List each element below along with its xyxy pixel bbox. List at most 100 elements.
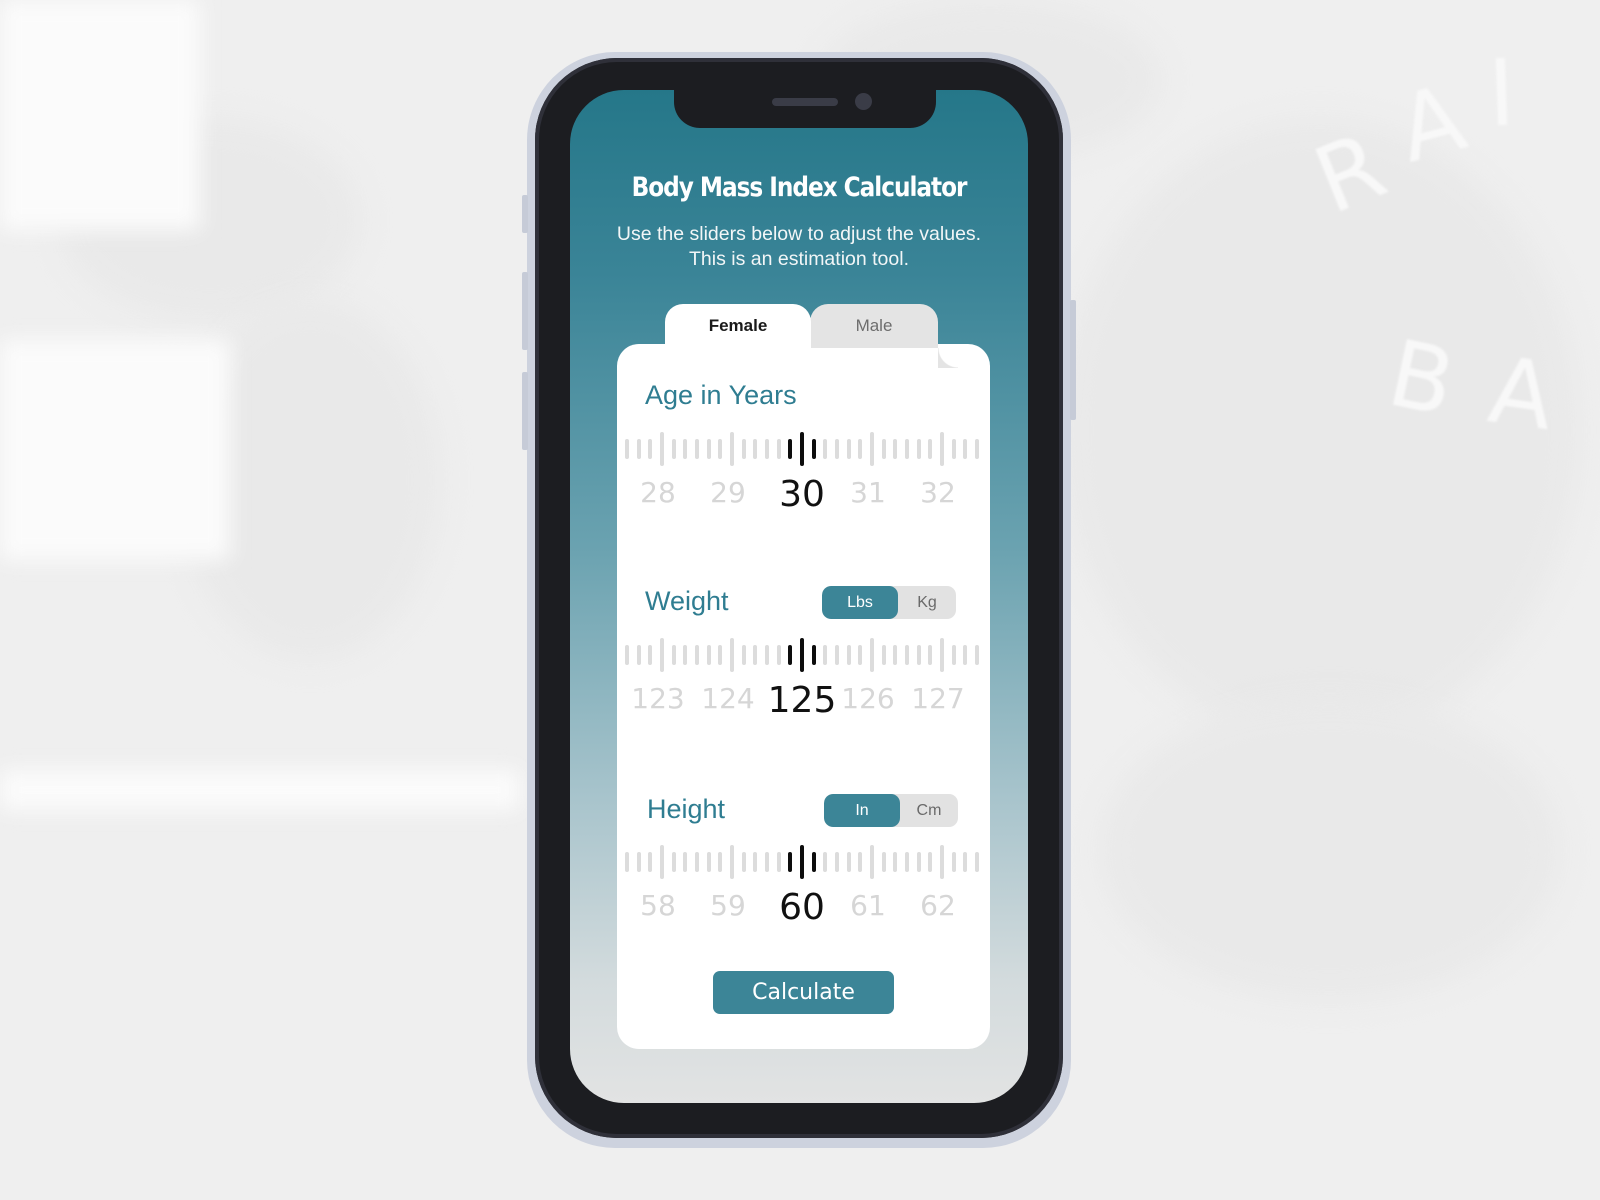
height-slider[interactable] (617, 842, 990, 882)
bg-letter: I (1486, 39, 1517, 148)
scale-value: 28 (640, 476, 676, 509)
bg-shape (1100, 700, 1560, 1000)
ruler-minor-tick (788, 439, 793, 459)
ruler-minor-tick (835, 439, 839, 459)
bg-window (0, 0, 200, 230)
scale-value: 31 (850, 476, 886, 509)
ruler-minor-tick (765, 852, 769, 872)
ruler-minor-tick (881, 852, 886, 872)
unit-in-option[interactable]: In (824, 794, 900, 827)
ruler-minor-tick (776, 852, 781, 872)
volume-up-button (522, 272, 528, 350)
ruler-minor-tick (916, 852, 921, 872)
ruler-minor-tick (858, 439, 863, 459)
camera-icon (855, 93, 872, 110)
ruler-minor-tick (881, 439, 886, 459)
ruler-minor-tick (625, 852, 629, 872)
app-screen: Body Mass Index Calculator Use the slide… (570, 90, 1028, 1103)
ruler-major-tick (940, 845, 944, 879)
ruler-minor-tick (963, 852, 968, 872)
ruler-minor-tick (753, 852, 758, 872)
ruler-minor-tick (683, 852, 688, 872)
notch (674, 90, 936, 128)
tab-female[interactable]: Female (645, 304, 811, 368)
ruler-minor-tick (835, 645, 839, 665)
ruler-minor-tick (928, 852, 933, 872)
tab-male[interactable]: Male (810, 304, 958, 368)
ruler-minor-tick (893, 439, 898, 459)
ruler-minor-tick (881, 645, 886, 665)
ruler-minor-tick (648, 439, 653, 459)
ruler-minor-tick (776, 439, 781, 459)
ruler-minor-tick (811, 439, 816, 459)
ruler-minor-tick (718, 852, 723, 872)
volume-down-button (522, 372, 528, 450)
ruler-minor-tick (695, 645, 699, 665)
ruler-minor-tick (741, 439, 746, 459)
ruler-major-tick (730, 432, 734, 466)
bg-box-edge (0, 770, 520, 810)
ruler-minor-tick (718, 439, 723, 459)
ruler-minor-tick (695, 852, 699, 872)
subtitle-line: Use the sliders below to adjust the valu… (616, 223, 982, 245)
ruler-minor-tick (636, 852, 641, 872)
ruler-minor-tick (776, 645, 781, 665)
ruler-minor-tick (823, 645, 828, 665)
height-label: Height (647, 794, 726, 824)
ruler-minor-tick (683, 439, 688, 459)
ruler-minor-tick (905, 439, 909, 459)
calculate-button[interactable]: Calculate (713, 971, 894, 1014)
unit-kg-option[interactable]: Kg (898, 586, 956, 619)
calculator-card: Age in Years 28 29 30 31 32 Weight Lbs Kg 12… (617, 344, 990, 1049)
ruler-major-tick (730, 638, 734, 672)
scale-value: 126 (841, 682, 895, 715)
ruler-minor-tick (905, 645, 909, 665)
ruler-minor-tick (811, 852, 816, 872)
slider-indicator (800, 432, 804, 466)
ruler-minor-tick (951, 645, 956, 665)
unit-lbs-option[interactable]: Lbs (822, 586, 898, 619)
ruler-minor-tick (975, 852, 979, 872)
ruler-minor-tick (951, 852, 956, 872)
ruler-minor-tick (916, 439, 921, 459)
ruler-major-tick (940, 432, 944, 466)
ruler-minor-tick (765, 645, 769, 665)
ruler-minor-tick (928, 645, 933, 665)
silent-switch (522, 195, 528, 233)
current-value: 60 (779, 887, 825, 928)
weight-slider[interactable] (617, 635, 990, 675)
bg-window (0, 340, 230, 560)
ruler-minor-tick (835, 852, 839, 872)
height-unit-toggle: In Cm (824, 794, 958, 827)
scale-value: 127 (911, 682, 965, 715)
ruler-minor-tick (975, 439, 979, 459)
scale-value: 123 (631, 682, 685, 715)
ruler-minor-tick (671, 439, 676, 459)
ruler-minor-tick (905, 852, 909, 872)
ruler-minor-tick (636, 439, 641, 459)
ruler-minor-tick (706, 439, 711, 459)
ruler-minor-tick (893, 852, 898, 872)
ruler-minor-tick (788, 852, 793, 872)
scale-value: 29 (710, 476, 746, 509)
scale-value: 59 (710, 889, 746, 922)
phone-mockup: Body Mass Index Calculator Use the slide… (522, 52, 1076, 1148)
unit-cm-option[interactable]: Cm (900, 794, 958, 827)
ruler-minor-tick (671, 645, 676, 665)
ruler-minor-tick (846, 852, 851, 872)
ruler-minor-tick (753, 645, 758, 665)
age-slider[interactable] (617, 429, 990, 469)
ruler-minor-tick (753, 439, 758, 459)
current-value: 125 (767, 680, 837, 721)
age-label: Age in Years (645, 380, 797, 410)
ruler-major-tick (940, 638, 944, 672)
ruler-minor-tick (963, 645, 968, 665)
ruler-minor-tick (846, 439, 851, 459)
ruler-major-tick (870, 845, 874, 879)
ruler-minor-tick (648, 645, 653, 665)
ruler-minor-tick (916, 645, 921, 665)
ruler-minor-tick (846, 645, 851, 665)
ruler-major-tick (660, 432, 664, 466)
ruler-minor-tick (741, 852, 746, 872)
ruler-minor-tick (636, 645, 641, 665)
